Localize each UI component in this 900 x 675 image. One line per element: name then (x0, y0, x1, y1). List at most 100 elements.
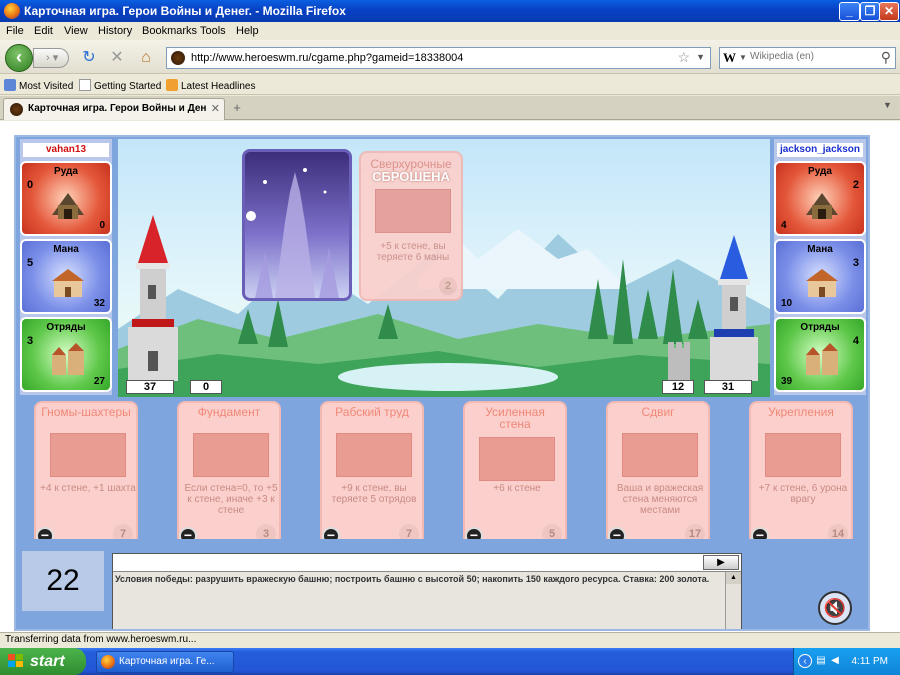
clock: 4:11 PM (851, 656, 889, 667)
sound-mute-icon[interactable]: 🔇 (818, 591, 852, 625)
menu-bookmarks[interactable]: Bookmarks (142, 25, 197, 37)
maximize-button[interactable]: ❐ (860, 2, 880, 21)
ore-label: Руда (54, 166, 78, 177)
taskbar-window-label: Карточная игра. Ге... (119, 656, 215, 667)
url-dropdown-icon[interactable]: ▼ (696, 52, 705, 62)
bookmarks-toolbar: Most Visited Getting Started Latest Head… (0, 75, 900, 95)
search-icon[interactable]: ⚲ (881, 49, 891, 66)
search-box[interactable]: W ▼ ⚲ (719, 47, 896, 69)
start-label: start (30, 653, 65, 670)
back-tray-icon[interactable]: ‹ (798, 654, 812, 668)
menu-edit[interactable]: Edit (34, 25, 53, 37)
troops-label: Отряды (800, 322, 840, 333)
barracks-icon (52, 343, 84, 375)
card-image (50, 433, 126, 477)
right-troops-panel: Отряды 4 39 (774, 317, 866, 392)
hand-card-3[interactable]: Рабский труд +9 к стене, вы теряете 5 от… (320, 401, 424, 549)
troops-production: 4 (852, 335, 859, 347)
left-player-panel: vahan13 Руда 0 0 Мана 5 32 Отряды 3 27 (20, 139, 112, 395)
search-engine-dropdown-icon[interactable]: ▼ (739, 53, 747, 62)
home-icon[interactable]: ⌂ (136, 48, 156, 68)
status-bar: Transferring data from www.heroeswm.ru..… (0, 632, 900, 648)
ore-amount: 4 (781, 220, 787, 231)
search-input[interactable] (750, 51, 870, 62)
hand-card-4[interactable]: Усиленная стена +6 к стене 5 (463, 401, 567, 549)
bookmark-latest-headlines[interactable]: Latest Headlines (166, 79, 256, 92)
card-image (336, 433, 412, 477)
monastery-icon (52, 269, 84, 297)
troops-amount: 39 (781, 376, 793, 387)
reload-icon[interactable]: ↻ (79, 48, 99, 68)
right-ore-panel: Руда 2 4 (774, 161, 866, 236)
right-player-name: jackson_jackson (777, 143, 863, 157)
game-board: vahan13 Руда 0 0 Мана 5 32 Отряды 3 27 j… (14, 135, 870, 631)
mana-label: Мана (53, 244, 79, 255)
send-arrow-icon: ▶ (717, 557, 725, 568)
mana-production: 3 (852, 257, 859, 269)
ore-amount: 0 (99, 220, 105, 231)
wikipedia-icon[interactable]: W (723, 50, 736, 66)
window-title: Карточная игра. Герои Войны и Денег. - M… (24, 4, 346, 18)
minimize-button[interactable]: _ (839, 2, 860, 21)
new-tab-icon[interactable]: + (229, 100, 245, 116)
scroll-up-icon[interactable]: ▲ (726, 572, 741, 584)
card-description: +6 к стене (493, 483, 541, 494)
monastery-icon (806, 269, 838, 297)
hand-card-2[interactable]: Фундамент Если стена=0, то +5 к стене, и… (177, 401, 281, 549)
hand-card-6[interactable]: Укрепления +7 к стене, 6 урона врагу 14 (749, 401, 853, 549)
bookmark-most-visited[interactable]: Most Visited (4, 79, 73, 92)
most-visited-icon (4, 79, 16, 91)
status-text: Transferring data from www.heroeswm.ru..… (5, 634, 197, 645)
chat-input[interactable]: ▶ (113, 554, 741, 572)
card-name: Укрепления (768, 406, 834, 418)
bookmark-star-icon[interactable]: ☆ (677, 49, 690, 66)
start-button[interactable]: start (0, 648, 86, 675)
menu-file[interactable]: File (6, 25, 24, 37)
stop-icon[interactable]: ✕ (107, 48, 127, 68)
site-favicon (171, 51, 185, 65)
url-text: http://www.heroeswm.ru/cgame.php?gameid=… (191, 52, 464, 64)
menu-history[interactable]: History (98, 25, 132, 37)
bookmark-getting-started[interactable]: Getting Started (79, 79, 161, 92)
menu-bar: File Edit View History Bookmarks Tools H… (0, 22, 900, 40)
left-ore-panel: Руда 0 0 (20, 161, 112, 236)
chat-panel: ▶ Условия победы: разрушить вражескую ба… (112, 553, 742, 629)
right-player-panel: jackson_jackson Руда 2 4 Мана 3 10 Отряд… (774, 139, 866, 395)
hand-area (16, 397, 868, 537)
castle-artwork (246, 168, 339, 298)
mana-amount: 10 (781, 298, 793, 309)
menu-tools[interactable]: Tools (200, 25, 226, 37)
firefox-icon (4, 3, 20, 19)
left-tower-height: 37 (126, 380, 174, 394)
tab-list-icon[interactable]: ▼ (883, 100, 892, 110)
card-image (193, 433, 269, 477)
back-button[interactable]: ‹ (5, 44, 33, 72)
back-arrow-icon: ‹ (16, 47, 22, 67)
deck-card-back[interactable] (242, 149, 352, 301)
send-button[interactable]: ▶ (703, 555, 739, 570)
close-tab-icon[interactable]: ✕ (211, 102, 220, 115)
url-bar[interactable]: http://www.heroeswm.ru/cgame.php?gameid=… (166, 47, 711, 69)
discarded-label: СБРОШЕНА (372, 169, 450, 184)
card-description: Ваша и вражеская стена меняются местами (616, 483, 704, 516)
forward-button[interactable]: › ▾ (33, 48, 69, 68)
tab-card-game[interactable]: Карточная игра. Герои Войны и Ден... ✕ (3, 98, 225, 120)
page-icon (79, 79, 91, 91)
card-image (479, 437, 555, 481)
menu-view[interactable]: View (64, 25, 88, 37)
card-description: +9 к стене, вы теряете 5 отрядов (331, 483, 417, 505)
troops-label: Отряды (46, 322, 86, 333)
close-button[interactable]: ✕ (879, 2, 899, 21)
hand-card-1[interactable]: Гномы-шахтеры +4 к стене, +1 шахта 7 (34, 401, 138, 549)
menu-help[interactable]: Help (236, 25, 259, 37)
mine-icon (52, 193, 84, 219)
forward-arrow-icon: › ▾ (46, 52, 59, 64)
mine-icon (806, 193, 838, 219)
speaker-tray-icon[interactable]: ◀ (828, 654, 842, 668)
flag-tray-icon[interactable]: ▤ (814, 654, 828, 668)
taskbar-firefox-window[interactable]: Карточная игра. Ге... (96, 651, 234, 673)
hand-card-5[interactable]: Сдвиг Ваша и вражеская стена меняются ме… (606, 401, 710, 549)
mana-amount: 32 (93, 298, 105, 309)
card-description: Если стена=0, то +5 к стене, иначе +3 к … (184, 483, 278, 516)
chat-scrollbar[interactable]: ▲ (725, 572, 741, 629)
